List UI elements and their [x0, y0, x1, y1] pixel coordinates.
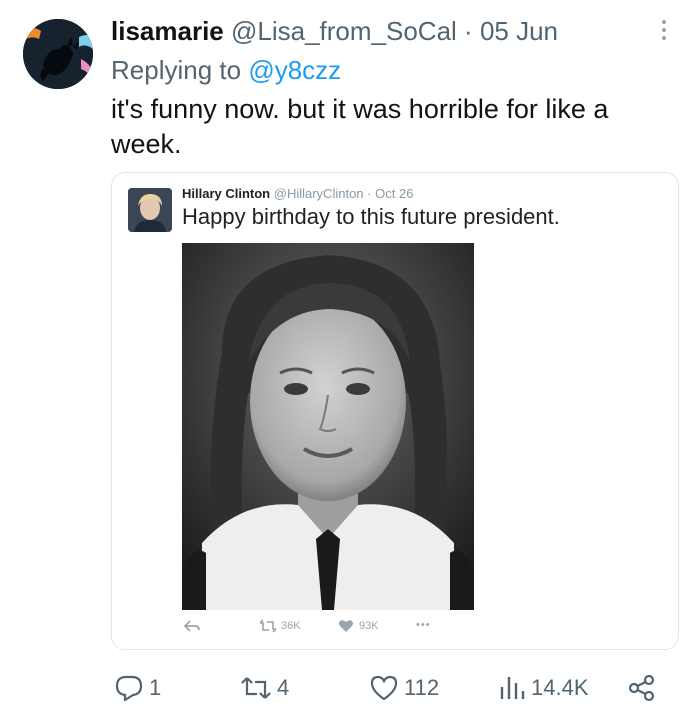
retweet-count: 4	[277, 675, 290, 700]
heart-icon	[339, 620, 353, 632]
embedded-tweet-text: Happy birthday to this future president.	[182, 204, 560, 229]
embedded-like-count: 93K	[359, 620, 379, 632]
embedded-handle: @HillaryClinton	[273, 186, 364, 201]
replying-to-handle[interactable]: @y8czz	[248, 55, 341, 85]
reply-count: 1	[149, 675, 162, 700]
share-icon	[628, 674, 655, 702]
tweet-date[interactable]: 05 Jun	[480, 16, 558, 46]
header-separator: ·	[464, 16, 473, 46]
embedded-reply-action	[184, 619, 200, 633]
views-count: 14.4K	[531, 675, 589, 700]
embedded-date: Oct 26	[375, 186, 414, 201]
embedded-more: •••	[416, 619, 431, 631]
like-button[interactable]: 112	[370, 668, 439, 708]
embedded-photo	[182, 243, 474, 610]
replying-to: Replying to @y8czz	[111, 53, 341, 87]
share-button[interactable]	[628, 668, 656, 708]
tweet-media-image[interactable]: Hillary Clinton @HillaryClinton · Oct 26…	[111, 172, 679, 650]
views-button[interactable]: 14.4K	[499, 668, 589, 708]
reply-icon	[115, 675, 143, 701]
embedded-display-name: Hillary Clinton	[182, 186, 271, 201]
tweet-actions: 1 4 112 14.4K	[0, 668, 700, 708]
reply-button[interactable]: 1	[115, 668, 161, 708]
user-avatar[interactable]	[23, 19, 93, 89]
user-handle[interactable]: @Lisa_from_SoCal	[231, 16, 457, 46]
embedded-avatar	[128, 188, 172, 232]
embedded-header: Hillary Clinton @HillaryClinton · Oct 26	[182, 186, 413, 201]
embedded-retweet-count: 36K	[281, 620, 301, 632]
display-name[interactable]: lisamarie	[111, 16, 224, 46]
views-bar-chart-icon	[500, 677, 525, 699]
more-vertical-icon[interactable]	[652, 16, 676, 46]
retweet-button[interactable]: 4	[241, 668, 289, 708]
replying-to-label: Replying to	[111, 55, 242, 85]
heart-icon	[370, 675, 398, 701]
retweet-icon	[241, 677, 271, 699]
retweet-icon	[260, 619, 276, 633]
embedded-separator: ·	[367, 186, 372, 201]
embedded-like-action: 93K	[338, 619, 379, 633]
embedded-retweet-action: 36K	[260, 619, 301, 633]
like-count: 112	[404, 675, 440, 700]
tweet-header: lisamarie @Lisa_from_SoCal · 05 Jun	[111, 14, 558, 48]
reply-icon	[184, 620, 200, 632]
tweet-text: it's funny now. but it was horrible for …	[111, 94, 609, 159]
avatar-image	[23, 19, 93, 89]
